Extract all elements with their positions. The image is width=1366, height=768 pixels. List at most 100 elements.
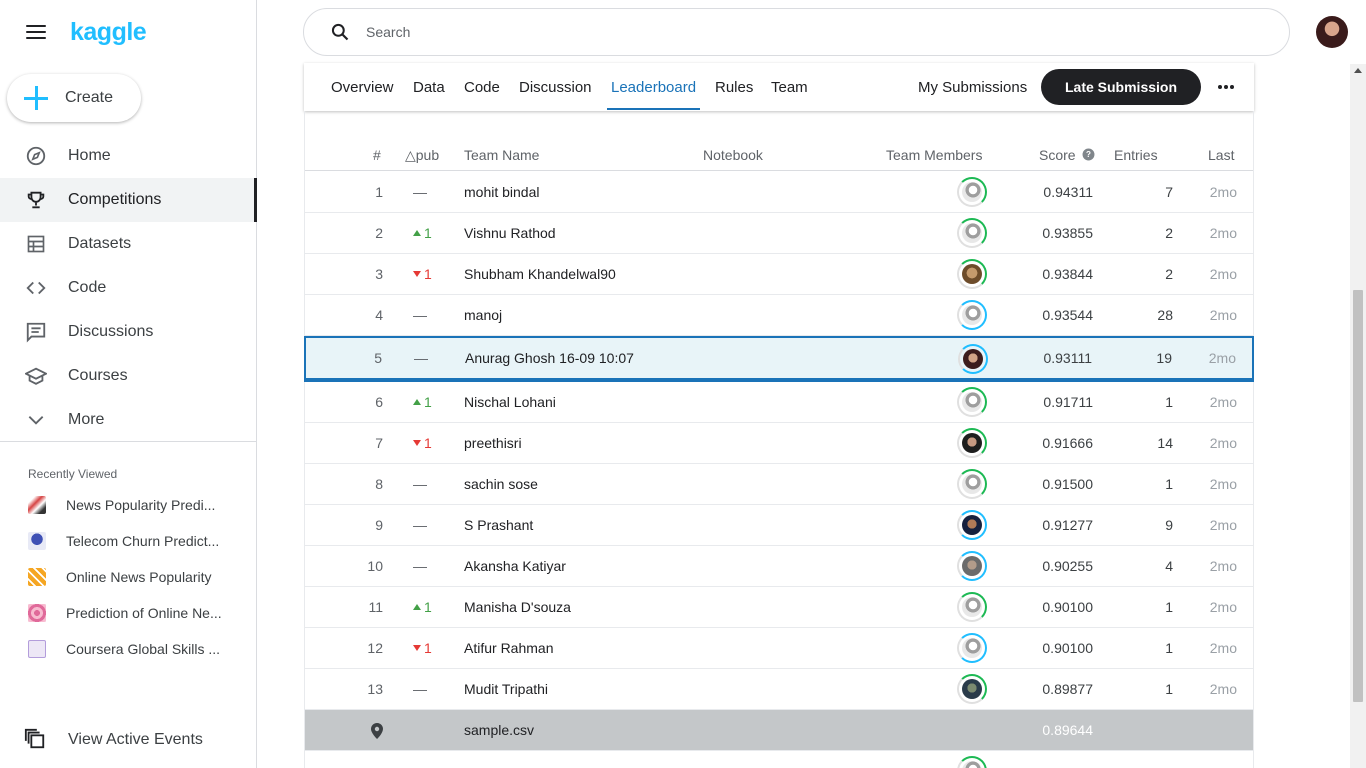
tab-leaderboard[interactable]: Leaderboard: [606, 63, 701, 111]
my-submissions-link[interactable]: My Submissions: [918, 63, 1027, 111]
table-row[interactable]: 11 1 Manisha D'souza 0.90100 1 2mo: [305, 587, 1253, 628]
team-name[interactable]: Shubham Khandelwal90: [464, 266, 616, 282]
compass-icon: [24, 144, 48, 168]
recent-item[interactable]: Online News Popularity: [0, 559, 256, 595]
create-button[interactable]: Create: [7, 74, 141, 122]
view-active-events-link[interactable]: View Active Events: [0, 720, 256, 760]
sidebar-item-discussions[interactable]: Discussions: [0, 310, 257, 354]
team-name[interactable]: sachin sose: [464, 476, 538, 492]
sidebar-item-code[interactable]: Code: [0, 266, 257, 310]
score: 0.93111: [1043, 350, 1092, 366]
team-name[interactable]: S Prashant: [464, 517, 533, 533]
table-row[interactable]: 13 — Mudit Tripathi 0.89877 1 2mo: [305, 669, 1253, 710]
sidebar-item-courses[interactable]: Courses: [0, 354, 257, 398]
rank-change: 1: [413, 435, 432, 451]
table-row[interactable]: 3 1 Shubham Khandelwal90 0.93844 2 2mo: [305, 254, 1253, 295]
team-member-avatar[interactable]: [957, 469, 987, 499]
search-input[interactable]: [366, 24, 1246, 40]
tab-data[interactable]: Data: [413, 63, 445, 111]
sidebar-item-more[interactable]: More: [0, 398, 257, 442]
header-team-members: Team Members: [886, 147, 983, 163]
recent-item[interactable]: Coursera Global Skills ...: [0, 631, 256, 667]
sidebar-item-label: Home: [68, 147, 111, 164]
score: 0.91666: [1042, 435, 1093, 451]
last-submission: 2mo: [1208, 350, 1236, 366]
competition-tabs: Overview Data Code Discussion Leaderboar…: [304, 63, 1254, 111]
table-row[interactable]: 2 1 Vishnu Rathod 0.93855 2 2mo: [305, 213, 1253, 254]
table-row[interactable]: 1 — mohit bindal 0.94311 7 2mo: [305, 172, 1253, 213]
table-row[interactable]: [305, 751, 1253, 768]
team-member-avatar[interactable]: [957, 300, 987, 330]
rank-change: —: [413, 307, 427, 323]
tab-overview[interactable]: Overview: [331, 63, 394, 111]
team-member-avatar[interactable]: [957, 756, 987, 768]
table-row[interactable]: 9 — S Prashant 0.91277 9 2mo: [305, 505, 1253, 546]
menu-icon[interactable]: [26, 25, 46, 39]
team-member-avatar[interactable]: [957, 551, 987, 581]
search-bar[interactable]: [303, 8, 1290, 56]
last-submission: 2mo: [1209, 476, 1237, 492]
table-row[interactable]: 7 1 preethisri 0.91666 14 2mo: [305, 423, 1253, 464]
header-team-name[interactable]: Team Name: [464, 147, 539, 163]
table-row-current-user[interactable]: 5 — Anurag Ghosh 16-09 10:07 0.93111 19 2mo: [304, 336, 1254, 382]
rank-change: 1: [413, 225, 432, 241]
table-row[interactable]: 4 — manoj 0.93544 28 2mo: [305, 295, 1253, 336]
last-submission: 2mo: [1209, 681, 1237, 697]
team-name[interactable]: Nischal Lohani: [464, 394, 556, 410]
score: 0.93855: [1042, 225, 1093, 241]
help-icon[interactable]: ?: [1082, 148, 1095, 164]
team-name[interactable]: mohit bindal: [464, 184, 540, 200]
recent-item[interactable]: News Popularity Predi...: [0, 487, 256, 523]
team-name[interactable]: preethisri: [464, 435, 522, 451]
late-submission-button[interactable]: Late Submission: [1041, 69, 1201, 105]
score: 0.91711: [1043, 394, 1093, 410]
team-name[interactable]: Vishnu Rathod: [464, 225, 556, 241]
table-row[interactable]: 8 — sachin sose 0.91500 1 2mo: [305, 464, 1253, 505]
tab-code[interactable]: Code: [464, 63, 500, 111]
team-member-avatar[interactable]: [957, 218, 987, 248]
recent-item[interactable]: Telecom Churn Predict...: [0, 523, 256, 559]
table-row[interactable]: 10 — Akansha Katiyar 0.90255 4 2mo: [305, 546, 1253, 587]
entries-count: 9: [1165, 517, 1173, 533]
team-member-avatar[interactable]: [957, 387, 987, 417]
last-submission: 2mo: [1209, 266, 1237, 282]
scroll-up-arrow-icon[interactable]: [1354, 68, 1362, 73]
team-member-avatar[interactable]: [957, 674, 987, 704]
team-name[interactable]: manoj: [464, 307, 502, 323]
recent-item[interactable]: Prediction of Online Ne...: [0, 595, 256, 631]
table-row[interactable]: 6 1 Nischal Lohani 0.91711 1 2mo: [305, 382, 1253, 423]
header-last[interactable]: Last: [1208, 147, 1234, 163]
tab-rules[interactable]: Rules: [715, 63, 753, 111]
team-name[interactable]: Manisha D'souza: [464, 599, 571, 615]
team-member-avatar[interactable]: [957, 259, 987, 289]
benchmark-row[interactable]: sample.csv 0.89644: [305, 710, 1253, 751]
team-member-avatar[interactable]: [957, 633, 987, 663]
header-delta[interactable]: △pub: [405, 147, 439, 164]
header-entries[interactable]: Entries: [1114, 147, 1158, 163]
kaggle-logo[interactable]: kaggle: [70, 18, 147, 47]
sidebar-item-competitions[interactable]: Competitions: [0, 178, 257, 222]
rank: 10: [367, 558, 383, 574]
team-name[interactable]: Atifur Rahman: [464, 640, 553, 656]
tab-team[interactable]: Team: [771, 63, 808, 111]
header-rank[interactable]: #: [373, 147, 381, 163]
team-name[interactable]: Mudit Tripathi: [464, 681, 548, 697]
team-name[interactable]: Akansha Katiyar: [464, 558, 566, 574]
scrollbar-thumb[interactable]: [1353, 290, 1363, 702]
more-options-icon[interactable]: [1216, 77, 1236, 97]
arrow-down-icon: [413, 440, 421, 446]
member-photo: [963, 349, 983, 369]
team-member-avatar[interactable]: [957, 177, 987, 207]
team-member-avatar[interactable]: [957, 510, 987, 540]
team-member-avatar[interactable]: [957, 428, 987, 458]
team-member-avatar[interactable]: [957, 592, 987, 622]
page-scrollbar[interactable]: [1350, 64, 1366, 768]
team-member-avatar[interactable]: [958, 344, 988, 374]
sidebar-item-home[interactable]: Home: [0, 134, 257, 178]
sidebar-item-datasets[interactable]: Datasets: [0, 222, 257, 266]
team-name[interactable]: Anurag Ghosh 16-09 10:07: [465, 350, 634, 366]
tab-discussion[interactable]: Discussion: [519, 63, 592, 111]
avatar[interactable]: [1316, 16, 1348, 48]
header-score[interactable]: Score: [1039, 147, 1076, 163]
table-row[interactable]: 12 1 Atifur Rahman 0.90100 1 2mo: [305, 628, 1253, 669]
